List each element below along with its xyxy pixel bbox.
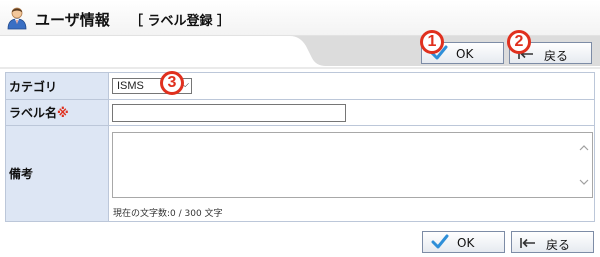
page-header: ユーザ情報 ［ ラベル登録 ］ [0,0,600,36]
user-icon [7,7,27,30]
notes-label: 備考 [5,125,109,222]
scroll-up-icon[interactable] [579,143,589,153]
page-title: ユーザ情報 [35,11,110,29]
back-button-bottom[interactable]: 戻る [511,231,594,253]
required-mark: ※ [57,106,69,120]
check-icon [431,234,449,249]
back-button-label: 戻る [546,238,571,252]
category-select-value: ISMS [117,80,144,92]
ok-button-bottom[interactable]: OK [422,231,505,253]
notes-textarea[interactable] [112,132,593,198]
back-button-label: 戻る [544,49,569,63]
textarea-scrollbar[interactable] [576,133,592,197]
label-name-input[interactable] [112,104,346,122]
callout-3: 3 [160,71,184,95]
ok-button-label: OK [457,236,475,250]
callout-1: 1 [420,30,444,54]
category-label: カテゴリ [5,72,109,100]
ok-button-label: OK [456,47,474,61]
callout-2: 2 [507,30,531,54]
back-arrow-icon [520,238,535,248]
page-subtitle: ［ ラベル登録 ］ [130,14,231,29]
label-name-label: ラベル名※ [5,99,109,126]
scroll-down-icon[interactable] [579,177,589,187]
char-counter: 現在の文字数:0 / 300 文字 [113,209,223,219]
